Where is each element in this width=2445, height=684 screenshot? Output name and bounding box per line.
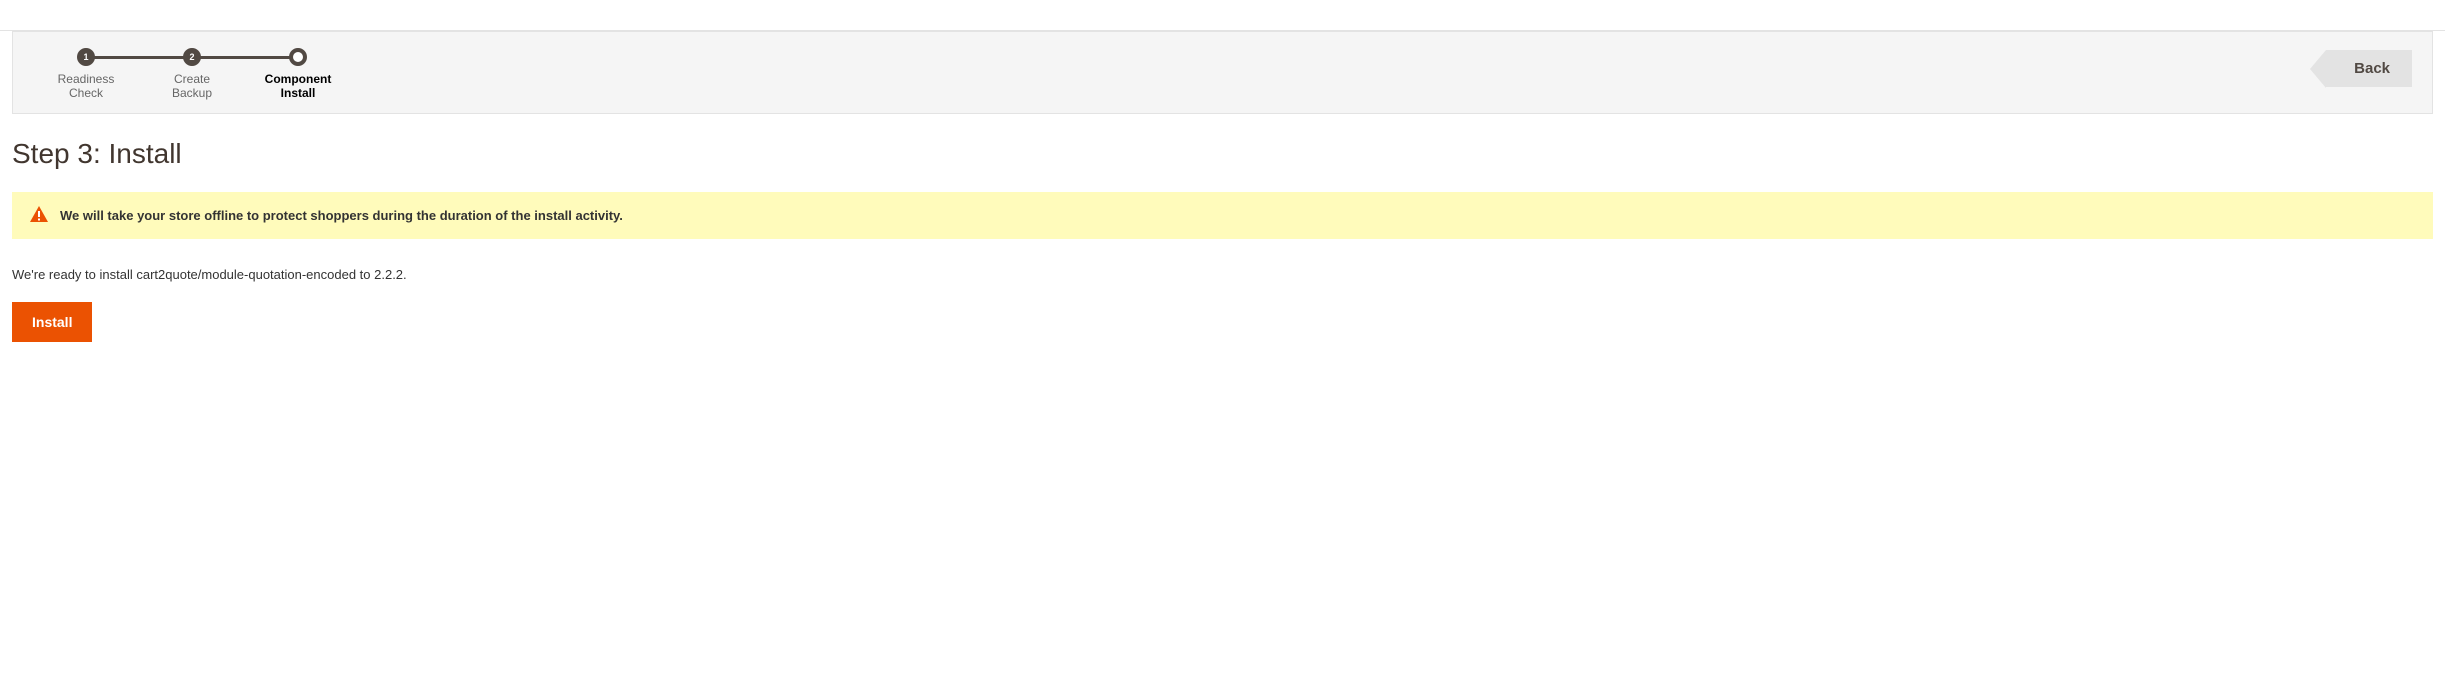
- step-circle-3: [289, 48, 307, 66]
- back-button[interactable]: Back: [2326, 50, 2412, 87]
- progress-panel: 1 Readiness Check 2 Create Backup Compon…: [12, 31, 2433, 114]
- step-label-line: Install: [281, 86, 316, 100]
- steps-container: 1 Readiness Check 2 Create Backup Compon…: [33, 48, 351, 101]
- step-label-1: Readiness Check: [58, 72, 115, 101]
- step-label-3: Component Install: [265, 72, 332, 101]
- step-label-line: Backup: [172, 86, 212, 100]
- step-circle-2: 2: [183, 48, 201, 66]
- page-title: Step 3: Install: [12, 138, 2433, 170]
- alert-text: We will take your store offline to prote…: [60, 208, 623, 223]
- install-button[interactable]: Install: [12, 302, 92, 342]
- step-label-line: Create: [174, 72, 210, 86]
- step-label-line: Component: [265, 72, 332, 86]
- step-label-2: Create Backup: [172, 72, 212, 101]
- step-connector: [86, 56, 192, 59]
- step-connector: [192, 56, 298, 59]
- warning-triangle-icon: [30, 206, 48, 225]
- step-readiness-check: 1 Readiness Check: [33, 48, 139, 101]
- ready-text: We're ready to install cart2quote/module…: [12, 267, 2433, 282]
- content-area: Step 3: Install We will take your store …: [0, 114, 2445, 342]
- step-circle-1: 1: [77, 48, 95, 66]
- alert-warning-box: We will take your store offline to prote…: [12, 192, 2433, 239]
- step-label-line: Check: [69, 86, 103, 100]
- step-label-line: Readiness: [58, 72, 115, 86]
